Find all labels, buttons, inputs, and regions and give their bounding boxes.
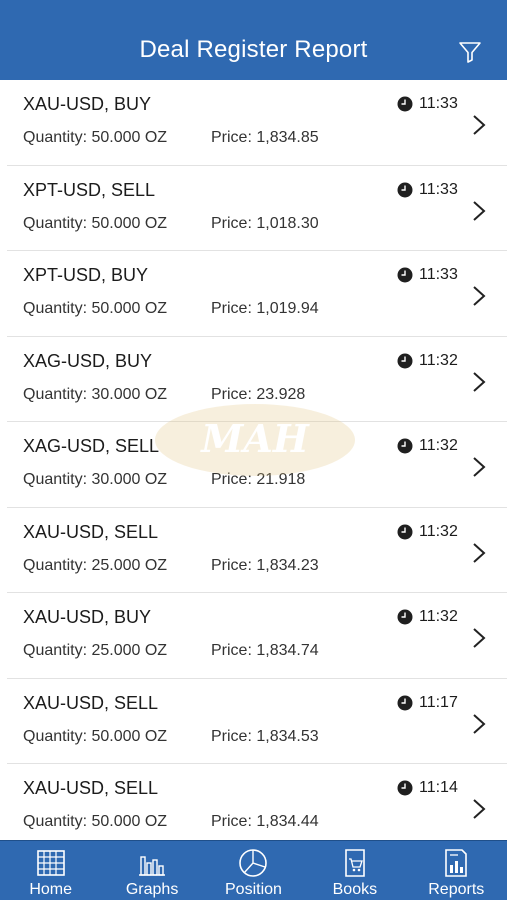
chevron-right-icon[interactable] bbox=[471, 542, 487, 564]
deal-quantity: Quantity: 50.000 OZ bbox=[23, 727, 168, 745]
deal-time: 11:32 bbox=[397, 523, 458, 541]
bar-chart-icon bbox=[139, 856, 166, 876]
deal-time-text: 11:32 bbox=[419, 437, 458, 454]
deal-time-text: 11:14 bbox=[419, 779, 458, 796]
deal-price: Price: 21.918 bbox=[211, 471, 306, 488]
deal-price: Price: 1,834.44 bbox=[211, 813, 319, 830]
deal-quantity: Quantity: 50.000 OZ bbox=[23, 214, 168, 232]
deal-price: Price: 1,834.53 bbox=[211, 727, 319, 745]
chevron-right-icon[interactable] bbox=[471, 114, 487, 136]
clock-icon bbox=[397, 780, 413, 796]
clock-icon bbox=[397, 353, 413, 368]
book-cart-icon bbox=[345, 849, 365, 877]
deal-time: 11:33 bbox=[397, 181, 458, 199]
deal-row[interactable]: XAU-USD, SELL 11:14 Quantity: 50.000 OZ Pri… bbox=[7, 764, 507, 840]
deal-row[interactable]: XAU-USD, BUY 11:33 Quantity: 50.000 OZ Pric… bbox=[7, 80, 507, 166]
deal-price: Price: 1,018.30 bbox=[211, 214, 319, 232]
deal-instrument: XAU-USD, BUY bbox=[23, 94, 152, 114]
deal-instrument: XPT-USD, SELL bbox=[23, 179, 156, 200]
tab-label: Books bbox=[332, 881, 378, 898]
deal-time-text: 11:17 bbox=[419, 693, 458, 711]
deal-instrument: XAU-USD, SELL bbox=[23, 521, 159, 542]
deal-time: 11:32 bbox=[397, 437, 458, 455]
deal-time: 11:14 bbox=[397, 779, 458, 797]
deal-time: 11:33 bbox=[397, 266, 458, 284]
deal-quantity: Quantity: 30.000 OZ bbox=[23, 471, 168, 488]
deal-quantity: Quantity: 50.000 OZ bbox=[23, 129, 168, 146]
deal-time-text: 11:32 bbox=[419, 522, 458, 540]
clock-icon bbox=[397, 182, 413, 197]
clock-icon bbox=[397, 524, 413, 539]
deal-quantity: Quantity: 25.000 OZ bbox=[23, 556, 168, 574]
tab-label: Graphs bbox=[125, 881, 179, 898]
deal-price: Price: 23.928 bbox=[211, 385, 306, 403]
chevron-right-icon[interactable] bbox=[471, 200, 487, 222]
deal-row[interactable]: XPT-USD, BUY 11:33 Quantity: 50.000 OZ Pric… bbox=[7, 251, 507, 337]
chevron-right-icon[interactable] bbox=[471, 456, 487, 478]
clock-icon bbox=[397, 267, 413, 283]
deal-time-text: 11:32 bbox=[419, 608, 458, 625]
calendar-grid-icon bbox=[36, 850, 65, 876]
deal-time-text: 11:32 bbox=[419, 351, 458, 369]
deal-quantity: Quantity: 50.000 OZ bbox=[23, 813, 168, 830]
clock-icon bbox=[397, 695, 413, 710]
filter-icon[interactable] bbox=[458, 40, 482, 64]
chevron-right-icon[interactable] bbox=[471, 285, 487, 307]
deal-row[interactable]: XPT-USD, SELL 11:33 Quantity: 50.000 OZ Pri… bbox=[7, 166, 507, 251]
deal-instrument: XPT-USD, BUY bbox=[23, 265, 149, 285]
page-title: Deal Register Report bbox=[139, 36, 368, 63]
pie-chart-icon bbox=[239, 849, 268, 877]
deal-quantity: Quantity: 30.000 OZ bbox=[23, 385, 168, 403]
report-document-icon bbox=[445, 849, 468, 877]
deal-price: Price: 1,834.85 bbox=[211, 129, 319, 146]
app-header: Deal Register Report bbox=[0, 0, 507, 80]
deal-instrument: XAU-USD, SELL bbox=[23, 778, 159, 798]
deal-list: XAU-USD, BUY 11:33 Quantity: 50.000 OZ Pric… bbox=[0, 80, 507, 840]
tab-label: Reports bbox=[428, 881, 485, 898]
clock-icon bbox=[397, 96, 413, 112]
deal-time: 11:33 bbox=[397, 95, 458, 113]
deal-row[interactable]: XAU-USD, SELL 11:17 Quantity: 50.000 OZ Pri… bbox=[7, 679, 507, 764]
deal-row[interactable]: XAU-USD, BUY 11:32 Quantity: 25.000 OZ Pric… bbox=[7, 593, 507, 679]
deal-time-text: 11:33 bbox=[419, 266, 458, 283]
chevron-right-icon[interactable] bbox=[471, 627, 487, 649]
deal-row[interactable]: XAU-USD, SELL 11:32 Quantity: 25.000 OZ Pri… bbox=[7, 508, 507, 593]
deal-price: Price: 1,834.23 bbox=[211, 556, 319, 574]
chevron-right-icon[interactable] bbox=[471, 798, 487, 820]
deal-instrument: XAG-USD, SELL bbox=[23, 436, 160, 456]
deal-row[interactable]: XAG-USD, BUY 11:32 Quantity: 30.000 OZ Pric… bbox=[7, 337, 507, 422]
deal-quantity: Quantity: 25.000 OZ bbox=[23, 642, 168, 659]
tab-reports[interactable]: Reports bbox=[406, 841, 507, 900]
deal-quantity: Quantity: 50.000 OZ bbox=[23, 300, 168, 317]
deal-time: 11:32 bbox=[397, 608, 458, 626]
deal-price: Price: 1,834.74 bbox=[211, 642, 319, 659]
clock-icon bbox=[397, 609, 413, 625]
deal-instrument: XAG-USD, BUY bbox=[23, 350, 153, 371]
deal-instrument: XAU-USD, SELL bbox=[23, 692, 159, 713]
deal-time: 11:17 bbox=[397, 694, 458, 712]
tab-position[interactable]: Position bbox=[203, 841, 304, 900]
tab-label: Position bbox=[225, 881, 282, 898]
deal-price: Price: 1,019.94 bbox=[211, 300, 319, 317]
deal-instrument: XAU-USD, BUY bbox=[23, 607, 152, 627]
chevron-right-icon[interactable] bbox=[471, 371, 487, 393]
deal-time-text: 11:33 bbox=[419, 95, 458, 112]
clock-icon bbox=[397, 438, 413, 454]
tab-books[interactable]: Books bbox=[304, 841, 405, 900]
tab-label: Home bbox=[29, 881, 73, 898]
tab-home[interactable]: Home bbox=[0, 841, 101, 900]
deal-row[interactable]: XAG-USD, SELL 11:32 Quantity: 30.000 OZ Pri… bbox=[7, 422, 507, 508]
deal-time-text: 11:33 bbox=[419, 180, 458, 198]
deal-time: 11:32 bbox=[397, 352, 458, 370]
chevron-right-icon[interactable] bbox=[471, 713, 487, 735]
bottom-tab-bar: Home Graphs Position Books Reports bbox=[0, 840, 507, 900]
tab-graphs[interactable]: Graphs bbox=[102, 841, 203, 900]
